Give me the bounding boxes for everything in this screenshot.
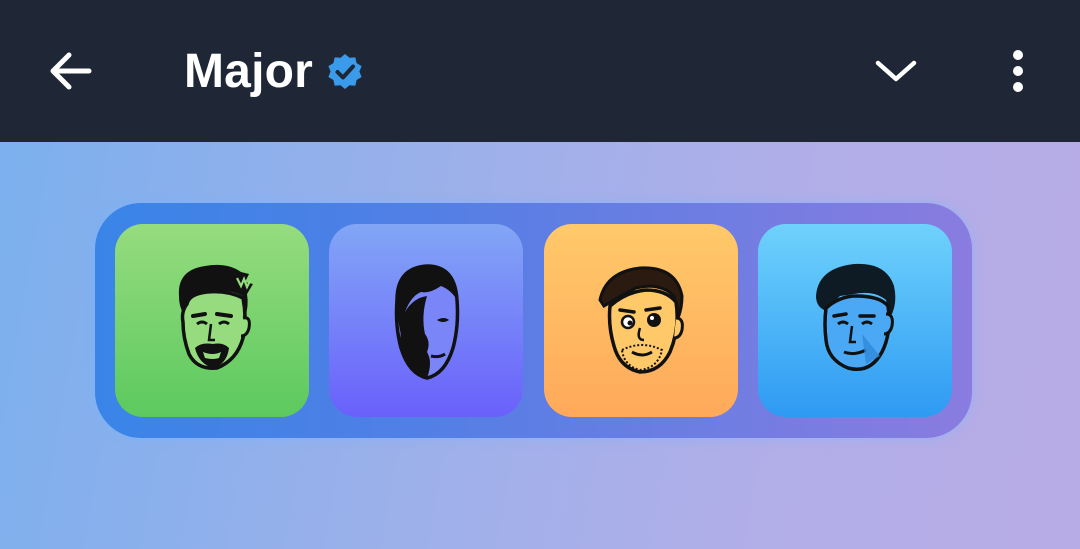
arrow-left-icon — [50, 52, 92, 90]
screen: Major — [0, 0, 1080, 549]
avatar-strip — [95, 203, 972, 438]
avatar-3[interactable] — [544, 224, 738, 417]
face-avatar-icon — [178, 264, 253, 370]
chevron-down-icon — [875, 60, 917, 82]
avatar-4[interactable] — [758, 224, 952, 417]
face-avatar-icon — [598, 265, 684, 374]
more-vertical-icon — [1013, 50, 1023, 92]
page-title: Major — [184, 44, 314, 98]
title-group[interactable]: Major — [184, 36, 365, 106]
top-app-bar: Major — [0, 0, 1080, 142]
more-options-button[interactable] — [988, 36, 1048, 106]
face-avatar-icon — [816, 263, 896, 371]
avatar-2[interactable] — [329, 224, 523, 417]
back-button[interactable] — [30, 36, 110, 106]
dropdown-button[interactable] — [856, 36, 936, 106]
verified-badge-icon — [325, 52, 365, 92]
avatar-1[interactable] — [115, 224, 309, 417]
face-avatar-icon — [394, 263, 460, 380]
